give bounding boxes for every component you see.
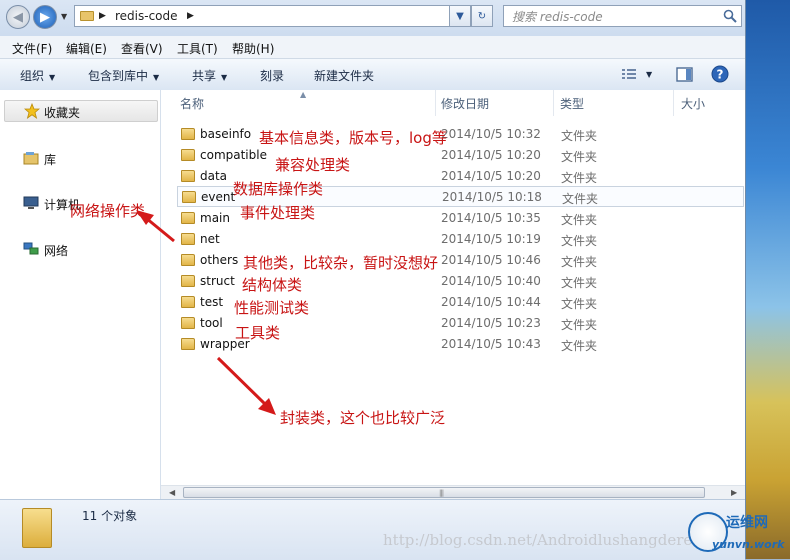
logo-subtext: yunvn.work [712,538,785,551]
red-arrow [136,210,175,243]
logo-text: 运维网 [726,515,768,531]
watermark-url: http://blog.csdn.net/Androidlushangderen [383,531,702,549]
red-arrow [216,356,276,415]
annotation-arrows [136,210,276,415]
